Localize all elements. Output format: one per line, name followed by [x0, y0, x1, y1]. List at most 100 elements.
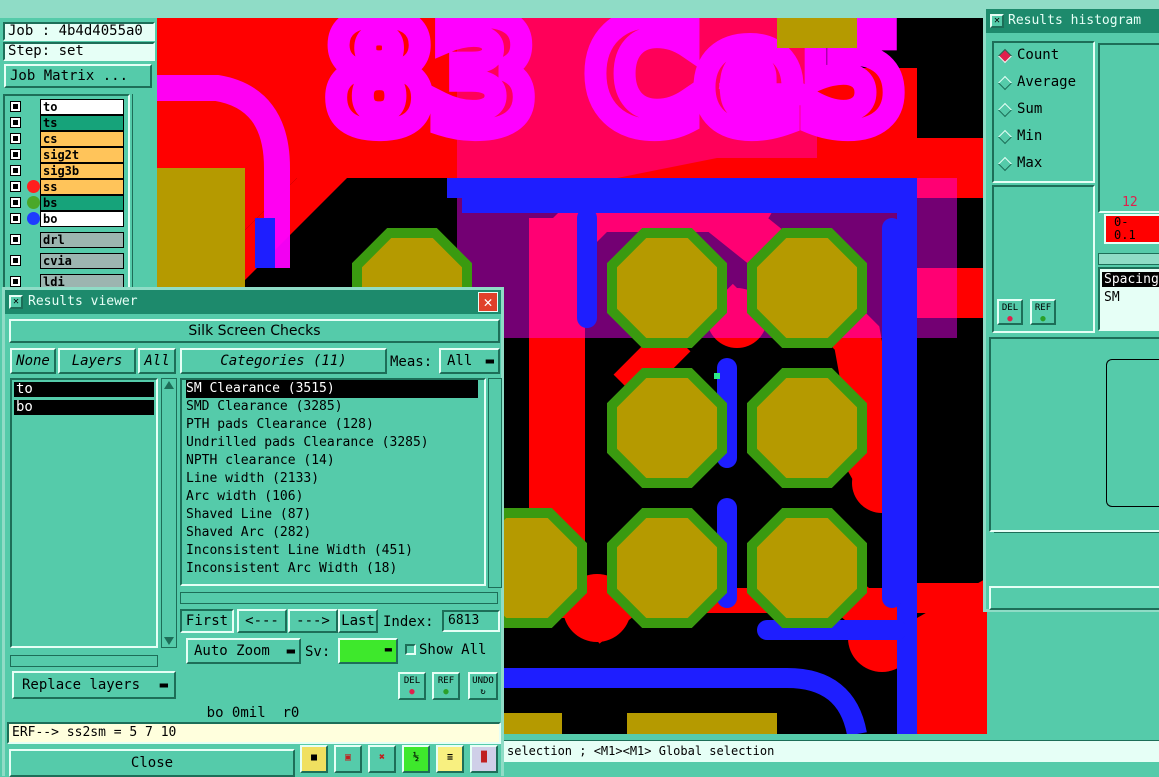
layer-checkbox[interactable] [10, 197, 21, 208]
layer-row-ss[interactable]: ss [6, 179, 126, 195]
status-bar: selection ; <M1><M1> Global selection [500, 740, 1159, 762]
prev-button[interactable]: <--- [237, 609, 287, 633]
toolbar-icon-ref-cancel[interactable]: ✖ [368, 745, 396, 773]
all-button[interactable]: All [138, 348, 176, 374]
selected-layer-1[interactable]: to [14, 382, 154, 397]
layer-checkbox[interactable] [10, 255, 21, 266]
layer-name[interactable]: sig3b [40, 163, 124, 179]
toolbar-icon-histogram[interactable]: ▐▌ [470, 745, 498, 773]
layer-color-dot [27, 196, 40, 209]
toolbar-icon-compare[interactable]: ½ [402, 745, 430, 773]
histogram-radio-min[interactable]: Min [997, 126, 1094, 148]
radio-label: Count [1017, 47, 1060, 63]
layer-checkbox[interactable] [10, 149, 21, 160]
histogram-radio-count[interactable]: Count [997, 45, 1094, 67]
category-scrollbar-v[interactable] [488, 378, 502, 588]
layer-row-cs[interactable]: cs [6, 131, 126, 147]
layer-name[interactable]: drl [40, 232, 124, 248]
layer-checkbox[interactable] [10, 117, 21, 128]
show-all-checkbox[interactable] [405, 644, 416, 655]
viewer-titlebar[interactable]: ✕ Results viewer ✕ [5, 290, 501, 314]
category-item[interactable]: Shaved Arc (282) [186, 524, 311, 542]
toolbar-icon-report[interactable]: ≡ [436, 745, 464, 773]
auto-zoom-dropdown[interactable]: Auto Zoom ▬ [186, 638, 301, 664]
category-item[interactable]: SM Clearance (3515) [186, 380, 478, 398]
category-item[interactable]: SMD Clearance (3285) [186, 398, 343, 416]
layer-name[interactable]: cvia [40, 253, 124, 269]
layer-row-bo[interactable]: bo [6, 211, 126, 227]
category-item[interactable]: Inconsistent Line Width (451) [186, 542, 413, 560]
layer-row-cvia[interactable]: cvia [6, 253, 126, 269]
histogram-list-item-1[interactable]: Spacing [1102, 272, 1159, 287]
histogram-radio-max[interactable]: Max [997, 153, 1094, 175]
histogram-ref-button[interactable]: REF ● [1030, 299, 1056, 325]
histogram-radio-average[interactable]: Average [997, 72, 1094, 94]
layer-selection-scrollbar-h[interactable] [10, 655, 158, 667]
layer-checkbox[interactable] [10, 234, 21, 245]
layer-checkbox[interactable] [10, 276, 21, 287]
pad-bottom-2 [627, 713, 777, 734]
layer-selection-scrollbar-v[interactable] [161, 378, 177, 648]
layer-name[interactable]: bs [40, 195, 124, 211]
category-item[interactable]: PTH pads Clearance (128) [186, 416, 374, 434]
layer-row-ts[interactable]: ts [6, 115, 126, 131]
radio-label: Sum [1017, 101, 1043, 117]
close-button[interactable]: Close [9, 749, 295, 777]
selected-layer-2[interactable]: bo [14, 400, 154, 415]
layer-row-to[interactable]: to [6, 99, 126, 115]
layer-row-bs[interactable]: bs [6, 195, 126, 211]
del-label: DEL [403, 676, 421, 686]
layer-checkbox[interactable] [10, 213, 21, 224]
histogram-del-button[interactable]: DEL ● [997, 299, 1023, 325]
histogram-bar[interactable]: 0- 0.1 [1104, 214, 1159, 244]
meas-dropdown[interactable]: All ▬ [439, 348, 500, 374]
category-scrollbar-h[interactable] [180, 592, 498, 604]
layer-name[interactable]: ss [40, 179, 124, 195]
layer-row-sig3b[interactable]: sig3b [6, 163, 126, 179]
ref-button[interactable]: REF ● [432, 672, 460, 700]
histogram-titlebar[interactable]: ✕ Results histogram [986, 9, 1159, 33]
layer-checkbox[interactable] [10, 181, 21, 192]
index-input[interactable]: 6813 [442, 610, 500, 632]
histogram-del-label: DEL [1001, 303, 1019, 313]
layer-name[interactable]: cs [40, 131, 124, 147]
job-matrix-button[interactable]: Job Matrix ... [4, 64, 152, 88]
layer-checkbox[interactable] [10, 165, 21, 176]
layer-row-sig2t[interactable]: sig2t [6, 147, 126, 163]
radio-indicator-icon [997, 129, 1013, 145]
category-item[interactable]: Line width (2133) [186, 470, 319, 488]
category-item[interactable]: Undrilled pads Clearance (3285) [186, 434, 429, 452]
sv-dropdown[interactable]: ▬ [338, 638, 398, 664]
layer-name[interactable]: sig2t [40, 147, 124, 163]
category-item[interactable]: Inconsistent Arc Width (18) [186, 560, 397, 578]
layer-name[interactable]: bo [40, 211, 124, 227]
layer-row-drl[interactable]: drl [6, 232, 126, 248]
histogram-radio-sum[interactable]: Sum [997, 99, 1094, 121]
histogram-menu-icon[interactable]: ✕ [990, 14, 1004, 28]
job-label: Job : 4b4d4055a0 [3, 22, 155, 41]
last-button[interactable]: Last [338, 609, 378, 633]
layer-checkbox[interactable] [10, 133, 21, 144]
layer-name[interactable]: to [40, 99, 124, 115]
viewer-menu-icon[interactable]: ✕ [9, 295, 23, 309]
layer-list-scrollbar[interactable] [132, 94, 154, 319]
replace-layers-dropdown[interactable]: Replace layers ▬ [12, 671, 176, 699]
next-button[interactable]: ---> [288, 609, 338, 633]
category-item[interactable]: NPTH clearance (14) [186, 452, 335, 470]
undo-button[interactable]: UNDO ↻ [468, 672, 498, 700]
histogram-list-item-2[interactable]: SM [1102, 290, 1120, 305]
histogram-chart-area [1098, 43, 1159, 213]
del-button[interactable]: DEL ● [398, 672, 426, 700]
toolbar-icon-1[interactable]: ■ [300, 745, 328, 773]
category-item[interactable]: Arc width (106) [186, 488, 303, 506]
histogram-scrollbar[interactable] [1098, 253, 1159, 265]
layer-checkbox[interactable] [10, 101, 21, 112]
none-button[interactable]: None [10, 348, 56, 374]
first-button[interactable]: First [180, 609, 234, 633]
layer-name[interactable]: ts [40, 115, 124, 131]
category-item[interactable]: Shaved Line (87) [186, 506, 311, 524]
radio-label: Min [1017, 128, 1043, 144]
close-icon[interactable]: ✕ [478, 292, 498, 312]
toolbar-icon-2[interactable]: ▣ [334, 745, 362, 773]
viewer-status-line: bo 0mil r0 [206, 705, 300, 721]
